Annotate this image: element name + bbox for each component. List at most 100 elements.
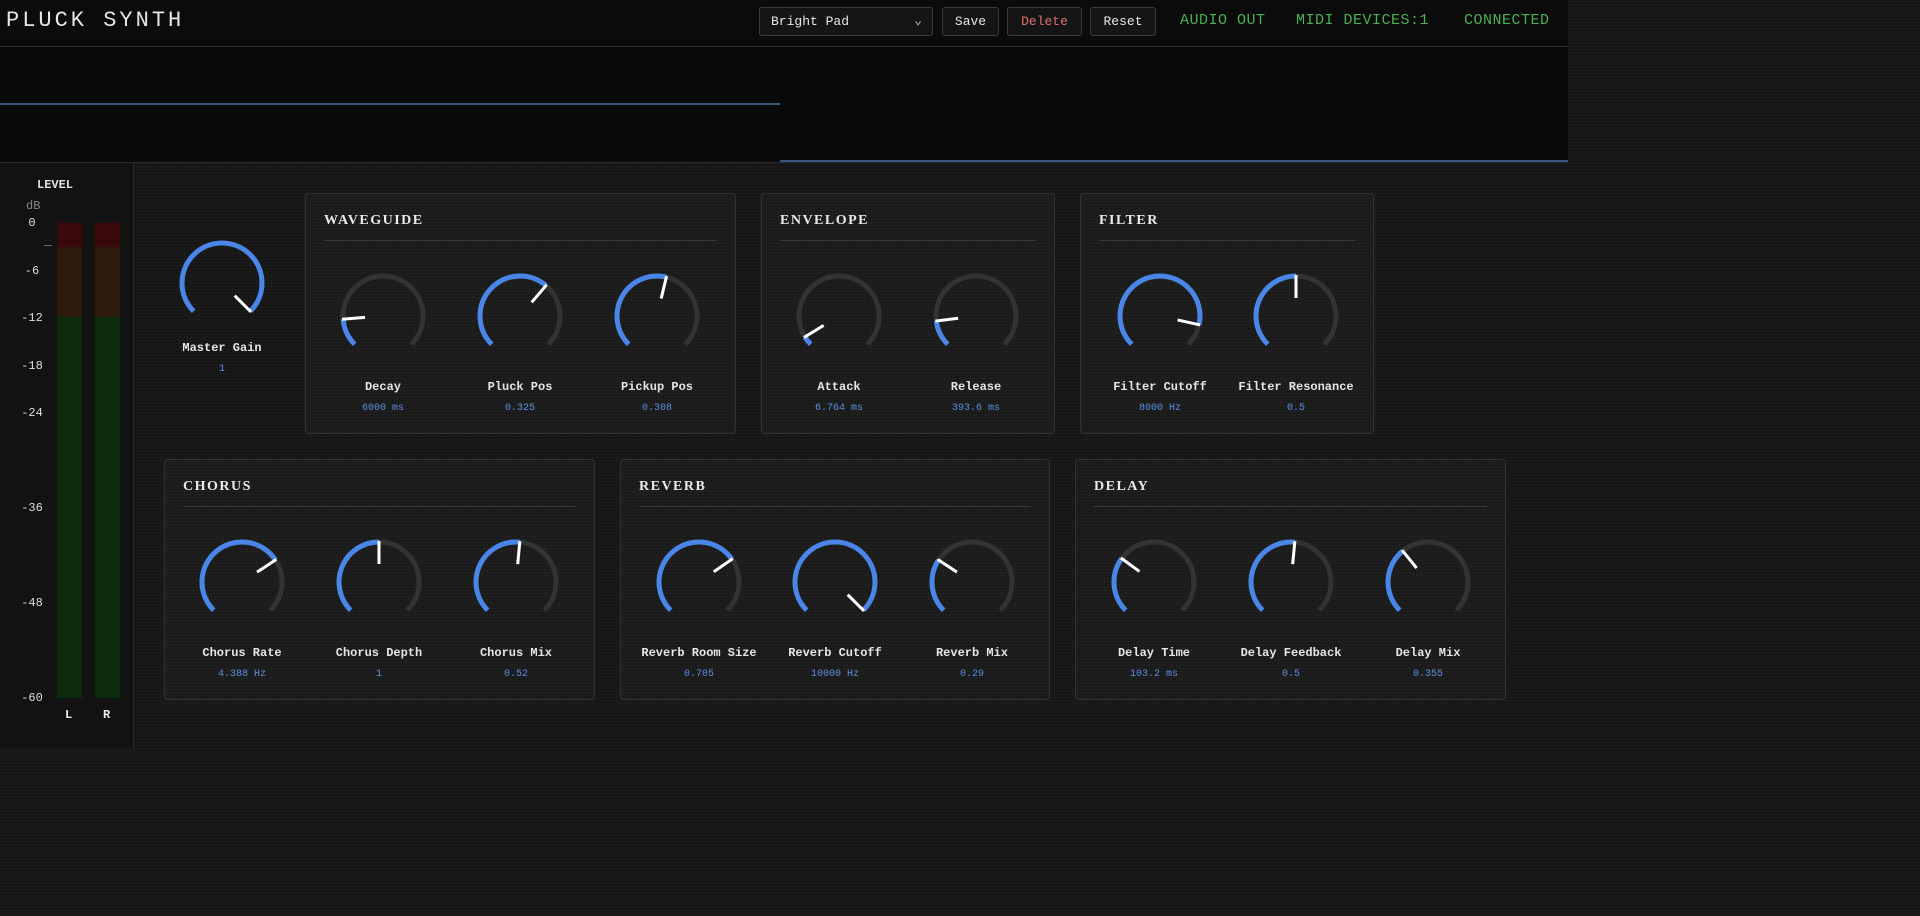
- knob-value: 6000 ms: [361, 403, 404, 414]
- level-meter-panel: LEVEL dB 0 -6 -12 -18 -24 -36 -48 -60 L …: [0, 163, 134, 748]
- knob-dial[interactable]: [791, 268, 887, 364]
- knob-dial[interactable]: [174, 235, 270, 331]
- midi-status: MIDI DEVICES:1: [1296, 12, 1430, 29]
- knob-label: Master Gain: [182, 341, 262, 355]
- meter-bar-left: [57, 223, 82, 698]
- knob-value-arc: [473, 539, 520, 613]
- preset-select[interactable]: Bright Pad ⌄: [759, 7, 933, 36]
- meter-title: LEVEL: [37, 178, 74, 192]
- divider: [639, 506, 1031, 507]
- knob-dial[interactable]: [1380, 534, 1476, 630]
- app-title: PLUCK SYNTH: [6, 8, 185, 33]
- knob-value: 0.29: [959, 669, 984, 680]
- waveform-scope: [0, 47, 780, 162]
- knob-dial[interactable]: [1243, 534, 1339, 630]
- knob-dial[interactable]: [1112, 268, 1208, 364]
- knob-dial[interactable]: [331, 534, 427, 630]
- knob-label: Pluck Pos: [487, 380, 553, 394]
- knob-pointer: [342, 315, 366, 321]
- knob-value: 0.308: [641, 403, 672, 414]
- knob-value: 0.5: [1286, 403, 1305, 414]
- meter-warn-zone: [95, 247, 120, 317]
- divider: [780, 240, 1036, 241]
- knob-label: Delay Time: [1117, 646, 1190, 660]
- chorus-mix-knob[interactable]: Chorus Mix 0.52: [446, 534, 586, 684]
- header-bar: PLUCK SYNTH Bright Pad ⌄ Save Delete Res…: [0, 0, 1568, 47]
- knob-dial[interactable]: [1106, 534, 1202, 630]
- db-tick: -6: [24, 264, 40, 278]
- knob-value-arc: [1111, 557, 1128, 613]
- delay-time-knob[interactable]: Delay Time 103.2 ms: [1084, 534, 1224, 684]
- knob-pointer: [659, 275, 669, 299]
- chorus-rate-knob[interactable]: Chorus Rate 4.388 Hz: [172, 534, 312, 684]
- knob-pointer: [256, 558, 278, 574]
- knob-label: Filter Resonance: [1238, 380, 1354, 394]
- delay-panel: DELAY Delay Time 103.2 ms Delay Feedback…: [1075, 459, 1506, 700]
- knob-value: 0.705: [683, 669, 714, 680]
- knob-dial[interactable]: [472, 268, 568, 364]
- knob-dial[interactable]: [787, 534, 883, 630]
- knob-dial[interactable]: [928, 268, 1024, 364]
- knob-label: Chorus Rate: [202, 646, 282, 660]
- knob-pointer: [1177, 318, 1201, 327]
- knob-value-arc: [1385, 549, 1405, 613]
- knob-dial[interactable]: [468, 534, 564, 630]
- knob-label: Chorus Mix: [479, 646, 552, 660]
- divider: [1094, 506, 1487, 507]
- pickup-pos-knob[interactable]: Pickup Pos 0.308: [587, 268, 727, 418]
- knob-dial[interactable]: [609, 268, 705, 364]
- knob-value: 6.764 ms: [814, 403, 863, 414]
- release-knob[interactable]: Release 393.6 ms: [906, 268, 1046, 418]
- meter-clip-zone: [95, 223, 120, 247]
- knob-dial[interactable]: [924, 534, 1020, 630]
- knob-dial[interactable]: [651, 534, 747, 630]
- reverb-panel: REVERB Reverb Room Size 0.705 Reverb Cut…: [620, 459, 1050, 700]
- knob-dial[interactable]: [335, 268, 431, 364]
- preset-value: Bright Pad: [771, 14, 850, 29]
- filter-cutoff-knob[interactable]: Filter Cutoff 8000 Hz: [1090, 268, 1230, 418]
- knob-label: Filter Cutoff: [1113, 380, 1207, 394]
- connection-status: CONNECTED: [1464, 12, 1550, 29]
- knob-dial[interactable]: [194, 534, 290, 630]
- filter-resonance-knob[interactable]: Filter Resonance 0.5: [1226, 268, 1366, 418]
- audio-status: AUDIO OUT: [1180, 12, 1266, 29]
- knob-value: 8000 Hz: [1138, 403, 1181, 414]
- panel-title: ENVELOPE: [780, 213, 870, 228]
- knob-track: [340, 273, 426, 347]
- knob-value-arc: [336, 539, 380, 613]
- knob-value-arc: [614, 273, 667, 347]
- db-tick: -36: [21, 501, 43, 515]
- knob-value: 10000 Hz: [810, 669, 859, 680]
- waveguide-panel: WAVEGUIDE Decay 6000 ms Pluck Pos 0.325 …: [305, 193, 736, 434]
- save-button[interactable]: Save: [942, 7, 999, 36]
- reverb-room-size-knob[interactable]: Reverb Room Size 0.705: [629, 534, 769, 684]
- panel-title: DELAY: [1094, 479, 1150, 494]
- meter-safe-zone: [95, 317, 120, 698]
- attack-knob[interactable]: Attack 6.764 ms: [769, 268, 909, 418]
- panel-title: REVERB: [639, 479, 707, 494]
- delete-button[interactable]: Delete: [1007, 7, 1082, 36]
- reverb-cutoff-knob[interactable]: Reverb Cutoff 10000 Hz: [765, 534, 905, 684]
- chorus-depth-knob[interactable]: Chorus Depth 1: [309, 534, 449, 684]
- meter-clip-zone: [57, 223, 82, 247]
- channel-label-left: L: [65, 708, 73, 722]
- meter-bar-right: [95, 223, 120, 698]
- knob-value: 1: [218, 364, 225, 375]
- db-tick: 0: [28, 216, 36, 230]
- meter-safe-zone: [57, 317, 82, 698]
- delay-mix-knob[interactable]: Delay Mix 0.355: [1358, 534, 1498, 684]
- master-gain-knob[interactable]: Master Gain 1: [152, 235, 292, 385]
- decay-knob[interactable]: Decay 6000 ms: [313, 268, 453, 418]
- reverb-mix-knob[interactable]: Reverb Mix 0.29: [902, 534, 1042, 684]
- spectrum-trace: [780, 160, 1568, 162]
- pluck-pos-knob[interactable]: Pluck Pos 0.325: [450, 268, 590, 418]
- knob-label: Delay Feedback: [1240, 646, 1342, 660]
- reset-button[interactable]: Reset: [1090, 7, 1156, 36]
- knob-label: Reverb Mix: [935, 646, 1008, 660]
- knob-pointer: [712, 557, 734, 574]
- knob-value-arc: [1253, 273, 1297, 347]
- knob-value-arc: [199, 539, 278, 613]
- delay-feedback-knob[interactable]: Delay Feedback 0.5: [1221, 534, 1361, 684]
- knob-value: 4.388 Hz: [217, 669, 266, 680]
- knob-dial[interactable]: [1248, 268, 1344, 364]
